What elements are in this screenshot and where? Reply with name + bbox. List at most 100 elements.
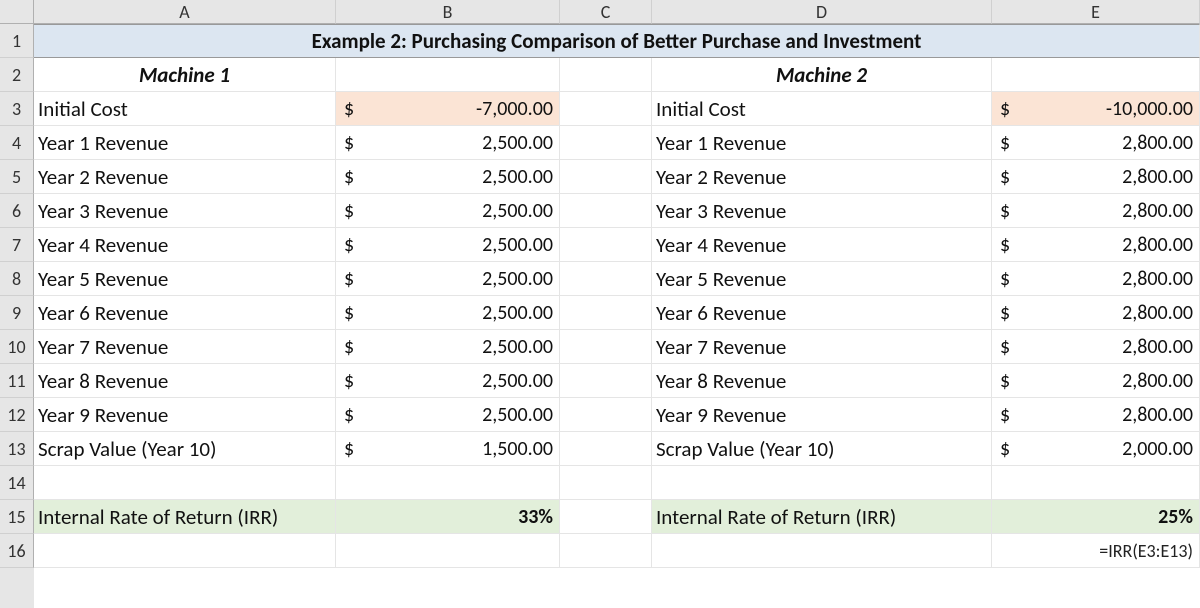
column-header[interactable]: A [34,0,336,24]
cell[interactable] [560,194,652,228]
m2-label[interactable]: Year 3 Revenue [652,194,992,228]
cell[interactable] [560,228,652,262]
m2-amount[interactable]: $2,800.00 [992,126,1200,160]
cell[interactable] [992,466,1200,500]
cell[interactable] [560,330,652,364]
m2-amount[interactable]: $2,800.00 [992,160,1200,194]
m1-irr-label[interactable]: Internal Rate of Return (IRR) [34,500,336,534]
cell[interactable] [560,58,652,92]
m1-label[interactable]: Year 6 Revenue [34,296,336,330]
cell[interactable] [560,364,652,398]
m2-amount[interactable]: $2,800.00 [992,398,1200,432]
m1-label[interactable]: Year 3 Revenue [34,194,336,228]
m1-label[interactable]: Year 7 Revenue [34,330,336,364]
m2-label[interactable]: Year 8 Revenue [652,364,992,398]
row-header[interactable]: 5 [0,160,34,194]
m1-label[interactable]: Scrap Value (Year 10) [34,432,336,466]
cell[interactable] [560,126,652,160]
cell[interactable] [560,432,652,466]
m1-amount[interactable]: $2,500.00 [336,296,560,330]
row-header[interactable]: 12 [0,398,34,432]
m1-amount[interactable]: $1,500.00 [336,432,560,466]
row-header[interactable]: 7 [0,228,34,262]
row-header[interactable]: 10 [0,330,34,364]
cell[interactable] [992,58,1200,92]
m1-label[interactable]: Year 4 Revenue [34,228,336,262]
m1-amount[interactable]: $2,500.00 [336,364,560,398]
column-header[interactable]: E [992,0,1200,24]
m1-amount[interactable]: $2,500.00 [336,330,560,364]
cell[interactable] [560,262,652,296]
row-header[interactable]: 9 [0,296,34,330]
m2-amount[interactable]: $2,800.00 [992,364,1200,398]
column-header[interactable]: B [336,0,560,24]
m1-amount[interactable]: $2,500.00 [336,262,560,296]
cell[interactable] [560,398,652,432]
m2-irr-label[interactable]: Internal Rate of Return (IRR) [652,500,992,534]
row-header[interactable]: 14 [0,466,34,500]
m1-label[interactable]: Year 2 Revenue [34,160,336,194]
m1-amount[interactable]: $2,500.00 [336,126,560,160]
m1-amount[interactable]: $-7,000.00 [336,92,560,126]
cell[interactable] [560,92,652,126]
row-header[interactable]: 16 [0,534,34,568]
m1-label[interactable]: Year 8 Revenue [34,364,336,398]
m2-label[interactable]: Year 1 Revenue [652,126,992,160]
m2-amount[interactable]: $2,800.00 [992,330,1200,364]
m2-amount[interactable]: $2,800.00 [992,228,1200,262]
row-header[interactable]: 13 [0,432,34,466]
m2-label[interactable]: Year 4 Revenue [652,228,992,262]
m1-label[interactable]: Year 5 Revenue [34,262,336,296]
m2-label[interactable]: Year 2 Revenue [652,160,992,194]
m1-label[interactable]: Initial Cost [34,92,336,126]
column-header[interactable]: C [560,0,652,24]
cell[interactable] [560,466,652,500]
row-header[interactable]: 1 [0,24,34,58]
formula-hint[interactable]: =IRR(E3:E13) [992,534,1200,568]
m1-amount[interactable]: $2,500.00 [336,160,560,194]
cell[interactable] [560,296,652,330]
row-header-column: 1 2 3 4 5 6 7 8 9 10 11 12 13 14 15 16 [0,0,34,608]
m2-label[interactable]: Year 6 Revenue [652,296,992,330]
cell[interactable] [652,466,992,500]
m1-label[interactable]: Year 1 Revenue [34,126,336,160]
row-header[interactable]: 11 [0,364,34,398]
cell[interactable] [652,534,992,568]
cell[interactable] [560,500,652,534]
cell[interactable] [336,58,560,92]
machine2-header[interactable]: Machine 2 [652,58,992,92]
spreadsheet-grid[interactable]: Example 2: Purchasing Comparison of Bett… [34,24,1200,568]
row-header[interactable]: 2 [0,58,34,92]
cell[interactable] [34,534,336,568]
row-header[interactable]: 4 [0,126,34,160]
title-cell[interactable]: Example 2: Purchasing Comparison of Bett… [34,24,1200,58]
column-header[interactable]: D [652,0,992,24]
cell[interactable] [336,466,560,500]
m1-amount[interactable]: $2,500.00 [336,228,560,262]
m1-amount[interactable]: $2,500.00 [336,398,560,432]
row-header[interactable]: 8 [0,262,34,296]
m2-label[interactable]: Scrap Value (Year 10) [652,432,992,466]
m1-amount[interactable]: $2,500.00 [336,194,560,228]
m2-amount[interactable]: $2,800.00 [992,296,1200,330]
m1-irr-value[interactable]: 33% [336,500,560,534]
column-header-row: A B C D E [34,0,1200,24]
cell[interactable] [560,160,652,194]
cell[interactable] [560,534,652,568]
m2-amount[interactable]: $2,800.00 [992,194,1200,228]
m1-label[interactable]: Year 9 Revenue [34,398,336,432]
m2-amount[interactable]: $-10,000.00 [992,92,1200,126]
row-header[interactable]: 3 [0,92,34,126]
m2-label[interactable]: Year 7 Revenue [652,330,992,364]
row-header[interactable]: 6 [0,194,34,228]
cell[interactable] [34,466,336,500]
m2-label[interactable]: Year 9 Revenue [652,398,992,432]
machine1-header[interactable]: Machine 1 [34,58,336,92]
m2-label[interactable]: Year 5 Revenue [652,262,992,296]
row-header[interactable]: 15 [0,500,34,534]
cell[interactable] [336,534,560,568]
m2-amount[interactable]: $2,000.00 [992,432,1200,466]
m2-label[interactable]: Initial Cost [652,92,992,126]
m2-amount[interactable]: $2,800.00 [992,262,1200,296]
m2-irr-value[interactable]: 25% [992,500,1200,534]
